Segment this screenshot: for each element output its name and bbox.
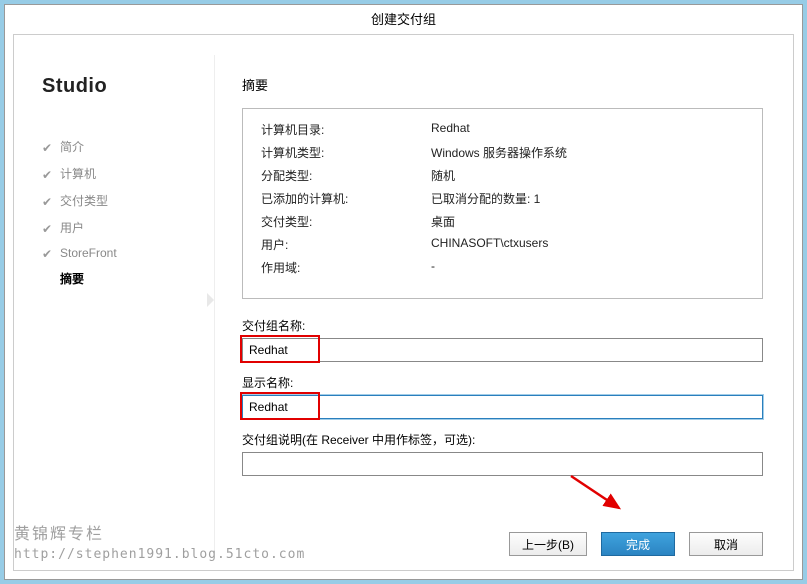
- dialog-window: 创建交付组 Studio ✔ 简介 ✔ 计算机 ✔ 交付类型: [4, 4, 803, 580]
- back-button[interactable]: 上一步(B): [509, 532, 587, 556]
- group-name-input[interactable]: [242, 338, 763, 362]
- summary-row: 计算机目录: Redhat: [261, 121, 744, 138]
- divider: [214, 55, 215, 550]
- description-input[interactable]: [242, 452, 763, 476]
- summary-row: 用户: CHINASOFT\ctxusers: [261, 236, 744, 253]
- nav-label: 摘要: [60, 270, 84, 287]
- page-heading: 摘要: [242, 75, 763, 94]
- description-label: 交付组说明(在 Receiver 中用作标签，可选):: [242, 431, 763, 448]
- app-title: Studio: [42, 75, 214, 98]
- check-icon: ✔: [42, 141, 54, 153]
- nav-step-storefront[interactable]: ✔ StoreFront: [42, 246, 214, 260]
- nav-label: 用户: [60, 219, 84, 236]
- check-icon: ✔: [42, 247, 54, 259]
- nav-step-intro[interactable]: ✔ 简介: [42, 138, 214, 155]
- nav-step-users[interactable]: ✔ 用户: [42, 219, 214, 236]
- nav-label: 简介: [60, 138, 84, 155]
- summary-row: 已添加的计算机: 已取消分配的数量: 1: [261, 190, 744, 207]
- nav-label: 交付类型: [60, 192, 108, 209]
- wizard-sidebar: Studio ✔ 简介 ✔ 计算机 ✔ 交付类型 ✔: [14, 35, 214, 570]
- nav-step-summary[interactable]: ✔ 摘要: [42, 270, 214, 287]
- summary-row: 分配类型: 随机: [261, 167, 744, 184]
- summary-row: 交付类型: 桌面: [261, 213, 744, 230]
- group-name-label: 交付组名称:: [242, 317, 763, 334]
- nav-step-machines[interactable]: ✔ 计算机: [42, 165, 214, 182]
- dialog-title: 创建交付组: [5, 5, 802, 34]
- summary-box: 计算机目录: Redhat 计算机类型: Windows 服务器操作系统 分配类…: [242, 108, 763, 299]
- wizard-content: 摘要 计算机目录: Redhat 计算机类型: Windows 服务器操作系统 …: [214, 35, 793, 570]
- check-icon: ✔: [42, 195, 54, 207]
- display-name-input[interactable]: [242, 395, 763, 419]
- check-icon: ✔: [42, 168, 54, 180]
- pointer-notch: [207, 293, 214, 307]
- summary-row: 作用域: -: [261, 259, 744, 276]
- summary-row: 计算机类型: Windows 服务器操作系统: [261, 144, 744, 161]
- button-row: 上一步(B) 完成 取消: [242, 520, 763, 556]
- nav-step-delivery-type[interactable]: ✔ 交付类型: [42, 192, 214, 209]
- display-name-label: 显示名称:: [242, 374, 763, 391]
- cancel-button[interactable]: 取消: [689, 532, 763, 556]
- nav-label: 计算机: [60, 165, 96, 182]
- check-icon: ✔: [42, 222, 54, 234]
- nav-label: StoreFront: [60, 246, 117, 260]
- finish-button[interactable]: 完成: [601, 532, 675, 556]
